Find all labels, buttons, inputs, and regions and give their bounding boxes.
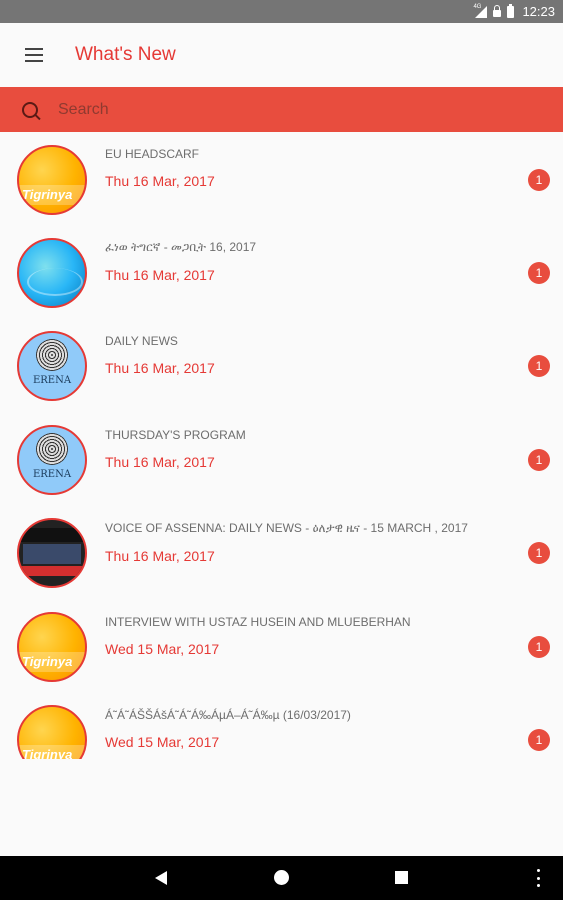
list-item[interactable]: ERENA DAILY NEWS Thu 16 Mar, 2017 1 [0, 319, 563, 413]
item-date: Thu 16 Mar, 2017 [105, 173, 215, 189]
item-title: DAILY NEWS [105, 334, 178, 348]
search-icon[interactable] [22, 101, 38, 118]
signal-label: 4G [473, 3, 482, 10]
list-item[interactable]: ፈነወ ትግርኛ - መጋቢት 16, 2017 Thu 16 Mar, 201… [0, 226, 563, 320]
avatar-label: ERENA [32, 375, 72, 386]
avatar-label: Tigrinya [22, 654, 73, 669]
avatar-label: Tigrinya [22, 187, 73, 202]
search-input[interactable] [56, 99, 510, 120]
item-title: ፈነወ ትግርኛ - መጋቢት 16, 2017 [105, 240, 257, 254]
avatar-label: ERENA [32, 469, 72, 480]
status-bar: 4G 12:23 [0, 0, 563, 23]
news-list: Tigrinya EU HEADSCARF Thu 16 Mar, 2017 1… [0, 132, 563, 759]
list-item[interactable]: ERENA THURSDAY'S PROGRAM Thu 16 Mar, 201… [0, 413, 563, 507]
item-title: EU HEADSCARF [105, 147, 200, 161]
unread-badge: 1 [528, 262, 550, 284]
avatar: ERENA [17, 425, 87, 495]
item-date: Wed 15 Mar, 2017 [105, 734, 220, 750]
item-date: Thu 16 Mar, 2017 [105, 454, 215, 470]
avatar [17, 238, 87, 308]
item-title: THURSDAY'S PROGRAM [105, 428, 246, 442]
avatar: Tigrinya [17, 705, 87, 759]
item-date: Thu 16 Mar, 2017 [105, 360, 215, 376]
lock-icon [493, 4, 502, 17]
home-icon[interactable] [274, 870, 289, 885]
item-date: Thu 16 Mar, 2017 [105, 548, 215, 564]
page-title: What's New [75, 44, 176, 65]
unread-badge: 1 [528, 355, 550, 377]
back-icon[interactable] [155, 871, 167, 885]
list-item[interactable]: VOICE OF ASSENNA: DAILY NEWS - ዕለታዊ ዜና -… [0, 507, 563, 601]
avatar: Tigrinya [17, 612, 87, 682]
status-clock: 12:23 [522, 4, 555, 19]
item-title: INTERVIEW WITH USTAZ HUSEIN AND MLUEBERH… [105, 615, 411, 629]
list-item[interactable]: Tigrinya INTERVIEW WITH USTAZ HUSEIN AND… [0, 600, 563, 694]
navigation-bar [0, 856, 563, 900]
unread-badge: 1 [528, 636, 550, 658]
avatar [17, 518, 87, 588]
avatar: ERENA [17, 331, 87, 401]
item-title: VOICE OF ASSENNA: DAILY NEWS - ዕለታዊ ዜና -… [105, 521, 468, 535]
search-bar [0, 87, 563, 132]
item-date: Wed 15 Mar, 2017 [105, 641, 220, 657]
recent-apps-icon[interactable] [395, 871, 408, 884]
avatar-label: Tigrinya [22, 747, 73, 759]
signal-icon: 4G [473, 3, 488, 18]
menu-icon[interactable] [25, 48, 43, 62]
list-item[interactable]: Tigrinya EU HEADSCARF Thu 16 Mar, 2017 1 [0, 132, 563, 226]
app-bar: What's New [0, 23, 563, 87]
item-date: Thu 16 Mar, 2017 [105, 267, 215, 283]
unread-badge: 1 [528, 449, 550, 471]
unread-badge: 1 [528, 729, 550, 751]
item-title: Á˜Á˜ÁŠŠÁšÁ˜Á˜Á‰ÁµÁ–Á˜Á‰µ (16/03/2017) [105, 708, 351, 722]
more-vert-icon[interactable] [536, 869, 540, 887]
list-item[interactable]: Tigrinya Á˜Á˜ÁŠŠÁšÁ˜Á˜Á‰ÁµÁ–Á˜Á‰µ (16/03… [0, 694, 563, 759]
avatar: Tigrinya [17, 145, 87, 215]
battery-icon [507, 3, 515, 18]
unread-badge: 1 [528, 542, 550, 564]
unread-badge: 1 [528, 169, 550, 191]
